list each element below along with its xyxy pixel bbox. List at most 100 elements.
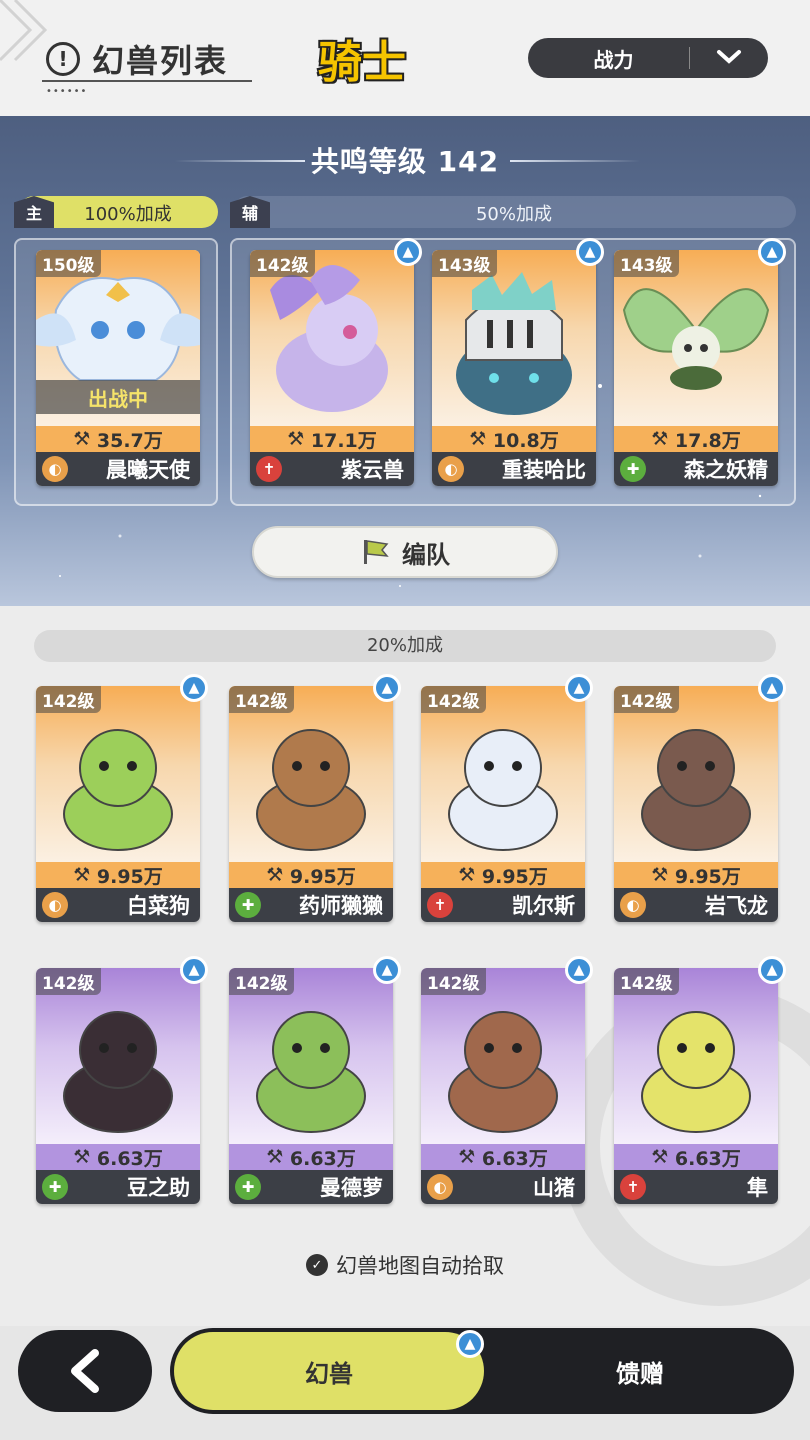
reserve-beast-card[interactable]: 142级 ⚒ 9.95万 ◐ 岩飞龙 ▲ (614, 674, 786, 922)
beast-name: 隼 (747, 1176, 768, 1200)
tab-gifts[interactable]: 馈赠 (490, 1332, 790, 1410)
sort-label: 战力 (593, 47, 634, 72)
upgrade-arrow-icon[interactable]: ▲ (758, 674, 786, 702)
beast-name-bar: ✝ 凯尔斯 (421, 888, 585, 922)
reserve-beast-card[interactable]: 142级 ⚒ 9.95万 ◐ 白菜狗 ▲ (36, 674, 208, 922)
power-icon: ⚒ (73, 428, 91, 450)
beast-level: 143级 (614, 250, 679, 277)
tank-role-icon: ◐ (620, 892, 646, 918)
beast-level: 142级 (229, 686, 294, 713)
reserve-beast-card[interactable]: 142级 ⚒ 6.63万 ✚ 豆之助 ▲ (36, 956, 208, 1204)
support-beast-card[interactable]: 142级 ⚒ 17.1万 ✝ 紫云兽 ▲ (250, 238, 422, 486)
back-button[interactable] (18, 1330, 152, 1412)
beast-power-value: 9.95万 (674, 865, 741, 888)
main-bonus-text: 100%加成 (84, 204, 172, 225)
resonance-level: 共鸣等级 142 (310, 145, 500, 178)
upgrade-arrow-icon[interactable]: ▲ (758, 238, 786, 266)
beast-name-bar: ◐ 重装哈比 (432, 452, 596, 486)
beast-power: ⚒ 9.95万 (421, 862, 585, 888)
power-icon: ⚒ (458, 864, 476, 886)
beast-level: 142级 (614, 968, 679, 995)
chevron-down-icon[interactable] (690, 46, 768, 70)
upgrade-arrow-icon[interactable]: ▲ (565, 956, 593, 984)
heal-role-icon: ✚ (42, 1174, 68, 1200)
beast-level: 142级 (36, 968, 101, 995)
power-icon: ⚒ (287, 428, 305, 450)
beast-name-bar: ✚ 森之妖精 (614, 452, 778, 486)
tank-role-icon: ◐ (42, 456, 68, 482)
beast-power-value: 17.8万 (674, 429, 741, 452)
beast-power-value: 17.1万 (310, 429, 377, 452)
power-icon: ⚒ (73, 1146, 91, 1168)
beast-level: 150级 (36, 250, 101, 277)
beast-level: 142级 (250, 250, 315, 277)
beast-name-bar: ✚ 豆之助 (36, 1170, 200, 1204)
upgrade-arrow-icon[interactable]: ▲ (373, 674, 401, 702)
reserve-beast-card[interactable]: 142级 ⚒ 6.63万 ✚ 曼德萝 ▲ (229, 956, 401, 1204)
beast-level: 142级 (614, 686, 679, 713)
main-beast-card[interactable]: 150级 出战中 ⚒ 35.7万 ◐ 晨曦天使 (36, 250, 200, 486)
beast-name-bar: ◐ 白菜狗 (36, 888, 200, 922)
beast-power-value: 9.95万 (289, 865, 356, 888)
beast-power: ⚒ 35.7万 (36, 426, 200, 452)
beast-power: ⚒ 6.63万 (614, 1144, 778, 1170)
beast-power-value: 10.8万 (492, 429, 559, 452)
reserve-beast-card[interactable]: 142级 ⚒ 9.95万 ✝ 凯尔斯 ▲ (421, 674, 593, 922)
beast-power: ⚒ 17.1万 (250, 426, 414, 452)
beast-power: ⚒ 9.95万 (229, 862, 393, 888)
heal-role-icon: ✚ (235, 1174, 261, 1200)
upgrade-arrow-icon[interactable]: ▲ (576, 238, 604, 266)
beast-power: ⚒ 6.63万 (421, 1144, 585, 1170)
support-beast-card[interactable]: 143级 ⚒ 17.8万 ✚ 森之妖精 ▲ (614, 238, 786, 486)
tab-beasts[interactable]: 幻兽 (174, 1332, 484, 1410)
beast-name: 曼德萝 (320, 1176, 383, 1200)
power-icon: ⚒ (266, 864, 284, 886)
beast-power: ⚒ 9.95万 (36, 862, 200, 888)
reserve-bonus-bar: 20%加成 (34, 630, 776, 662)
upgrade-arrow-icon[interactable]: ▲ (565, 674, 593, 702)
power-icon: ⚒ (469, 428, 487, 450)
beast-level: 142级 (421, 686, 486, 713)
beast-power-value: 6.63万 (674, 1147, 741, 1170)
tank-role-icon: ◐ (42, 892, 68, 918)
team-formation-button[interactable]: 编队 (252, 526, 558, 578)
title-dots: •••••• (46, 86, 88, 97)
auto-pickup-label: 幻兽地图自动拾取 (336, 1254, 504, 1278)
beast-level: 142级 (36, 686, 101, 713)
auto-pickup-toggle[interactable]: ✓ 幻兽地图自动拾取 (0, 1250, 810, 1280)
flag-icon (364, 540, 389, 564)
upgrade-arrow-icon[interactable]: ▲ (394, 238, 422, 266)
beast-name-bar: ◐ 岩飞龙 (614, 888, 778, 922)
beast-power-value: 9.95万 (96, 865, 163, 888)
beast-power: ⚒ 10.8万 (432, 426, 596, 452)
checkmark-icon[interactable]: ✓ (306, 1254, 328, 1276)
beast-power-value: 6.63万 (96, 1147, 163, 1170)
team-button-label: 编队 (402, 540, 450, 569)
beast-portrait: 142级 (229, 686, 393, 862)
beast-portrait: 142级 (36, 686, 200, 862)
exclamation-circle-icon[interactable]: ! (46, 42, 80, 76)
beast-name: 白菜狗 (127, 894, 190, 918)
top-bar: ! 幻兽列表 •••••• 骑士 战力 (0, 0, 810, 118)
beast-level: 142级 (421, 968, 486, 995)
upgrade-arrow-icon[interactable]: ▲ (758, 956, 786, 984)
upgrade-arrow-icon[interactable]: ▲ (373, 956, 401, 984)
beast-power: ⚒ 6.63万 (36, 1144, 200, 1170)
reserve-beast-card[interactable]: 142级 ⚒ 9.95万 ✚ 药师獭獭 ▲ (229, 674, 401, 922)
upgrade-arrow-icon: ▲ (456, 1330, 484, 1358)
reserve-beast-card[interactable]: 142级 ⚒ 6.63万 ✝ 隼 ▲ (614, 956, 786, 1204)
upgrade-arrow-icon[interactable]: ▲ (180, 956, 208, 984)
upgrade-arrow-icon[interactable]: ▲ (180, 674, 208, 702)
beast-power-value: 6.63万 (481, 1147, 548, 1170)
support-beast-card[interactable]: 143级 ⚒ 10.8万 ◐ 重装哈比 ▲ (432, 238, 604, 486)
beast-portrait: 142级 (36, 968, 200, 1144)
beast-portrait: 143级 (614, 250, 778, 426)
beast-portrait: 142级 (614, 968, 778, 1144)
power-icon: ⚒ (73, 864, 91, 886)
beast-name-bar: ✚ 曼德萝 (229, 1170, 393, 1204)
sort-dropdown[interactable]: 战力 (528, 38, 768, 78)
beast-name: 紫云兽 (341, 458, 404, 482)
tank-role-icon: ◐ (427, 1174, 453, 1200)
beast-name-bar: ◐ 山猪 (421, 1170, 585, 1204)
reserve-beast-card[interactable]: 142级 ⚒ 6.63万 ◐ 山猪 ▲ (421, 956, 593, 1204)
